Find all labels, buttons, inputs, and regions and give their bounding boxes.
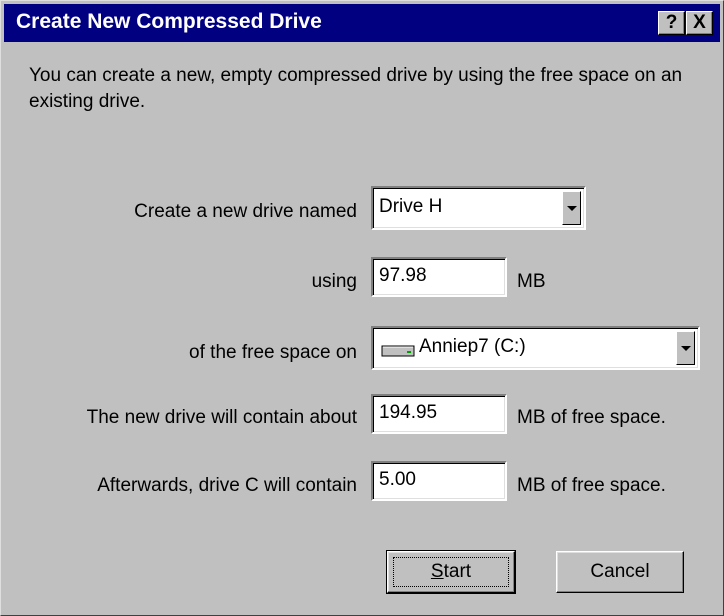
size-label: using [311, 271, 357, 292]
afterwards-size-field[interactable]: 5.00 [371, 461, 507, 501]
new-drive-label: The new drive will contain about [86, 407, 357, 428]
help-button[interactable]: ? [658, 11, 685, 35]
window-title: Create New Compressed Drive [16, 10, 322, 33]
title-bar[interactable]: Create New Compressed Drive ? X [4, 4, 720, 42]
source-drive-dropdown-arrow[interactable] [676, 331, 695, 365]
new-drive-size-value: 194.95 [379, 402, 438, 423]
drive-name-label: Create a new drive named [134, 201, 357, 222]
start-button[interactable]: Start [386, 550, 516, 594]
close-button[interactable]: X [686, 11, 713, 35]
afterwards-size-value: 5.00 [379, 469, 416, 490]
source-drive-combo[interactable]: Anniep7 (C:) [371, 326, 700, 370]
drive-name-value: Drive H [379, 196, 443, 217]
intro-text: You can create a new, empty compressed d… [29, 65, 683, 112]
afterwards-label: Afterwards, drive C will contain [97, 475, 357, 496]
afterwards-unit: MB of free space. [517, 475, 666, 496]
start-button-label: Start [430, 561, 472, 582]
drive-name-combo[interactable]: Drive H [371, 186, 586, 230]
hard-drive-icon [381, 345, 415, 357]
size-value: 97.98 [379, 265, 427, 286]
source-drive-label: of the free space on [189, 342, 357, 363]
size-input[interactable]: 97.98 [371, 257, 507, 297]
source-drive-value: Anniep7 (C:) [419, 336, 526, 357]
size-unit: MB [517, 271, 546, 292]
new-drive-size-field[interactable]: 194.95 [371, 394, 507, 434]
dialog-window: Create New Compressed Drive ? X You can … [0, 0, 724, 616]
cancel-button-label: Cancel [590, 561, 650, 582]
drive-name-dropdown-arrow[interactable] [562, 191, 581, 225]
new-drive-unit: MB of free space. [517, 407, 666, 428]
cancel-button[interactable]: Cancel [556, 551, 684, 593]
